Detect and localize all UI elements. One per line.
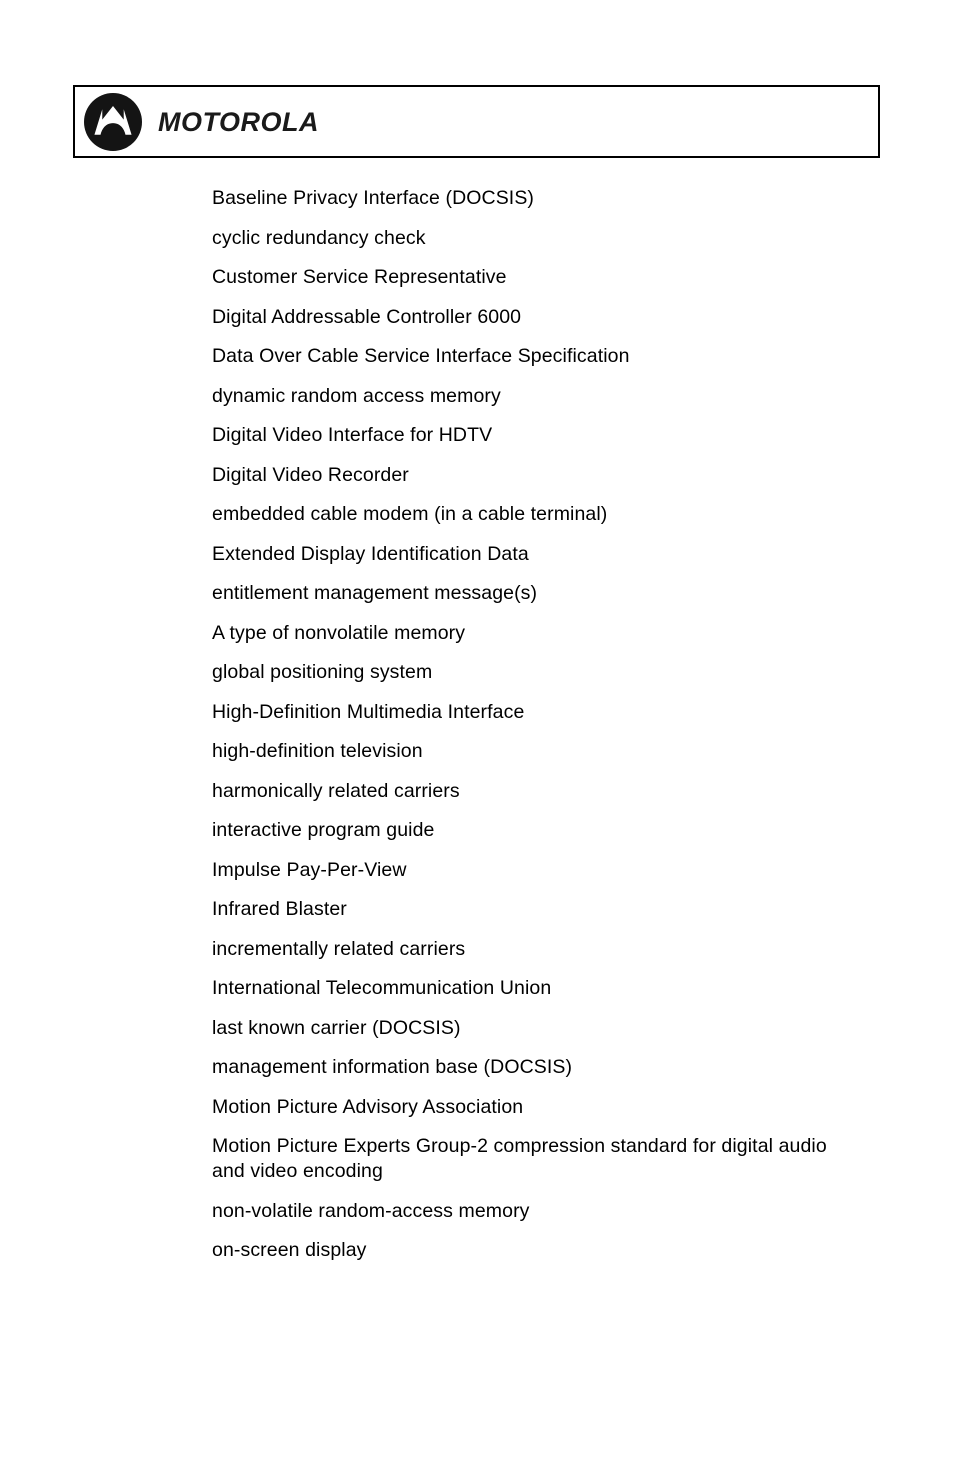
glossary-definition-item: high-definition television bbox=[212, 740, 423, 762]
glossary-definition-item: Impulse Pay-Per-View bbox=[212, 858, 407, 881]
glossary-definition-item: Data Over Cable Service Interface Specif… bbox=[212, 345, 630, 367]
motorola-logo: MOTOROLA bbox=[84, 91, 390, 153]
glossary-definition-item: Motion Picture Advisory Association bbox=[212, 1095, 524, 1118]
header-logo-box: MOTOROLA bbox=[73, 85, 880, 158]
motorola-wordmark: MOTOROLA bbox=[158, 107, 319, 137]
glossary-definition-item: non-volatile random-access memory bbox=[212, 1199, 530, 1222]
glossary-definition-item: A type of nonvolatile memory bbox=[212, 621, 466, 644]
glossary-definition-item: on-screen display bbox=[212, 1239, 367, 1261]
glossary-definition-item: embedded cable modem (in a cable termina… bbox=[212, 503, 608, 525]
glossary-definition-list: Baseline Privacy Interface (DOCSIS) cycl… bbox=[212, 186, 852, 1263]
document-page: MOTOROLA Baseline Privacy Interface (DOC… bbox=[0, 0, 954, 1475]
glossary-definition-item: Baseline Privacy Interface (DOCSIS) bbox=[212, 187, 535, 209]
glossary-definition-item: cyclic redundancy check bbox=[212, 226, 426, 249]
glossary-definition-item: International Telecommunication Union bbox=[212, 977, 552, 999]
glossary-definition-item: Digital Addressable Controller 6000 bbox=[212, 305, 522, 328]
glossary-definition-item: global positioning system bbox=[212, 661, 433, 683]
glossary-definition-item: management information base (DOCSIS) bbox=[212, 1056, 573, 1078]
glossary-definition-item: Digital Video Recorder bbox=[212, 463, 409, 486]
glossary-definition-item: entitlement management message(s) bbox=[212, 582, 538, 604]
glossary-definition-item: harmonically related carriers bbox=[212, 779, 460, 802]
glossary-definition-item: incrementally related carriers bbox=[212, 937, 466, 960]
glossary-definition-item: Infrared Blaster bbox=[212, 898, 347, 920]
glossary-definition-item: Extended Display Identification Data bbox=[212, 542, 529, 565]
glossary-definition-item: High-Definition Multimedia Interface bbox=[212, 700, 525, 723]
motorola-batwing-logo-icon bbox=[84, 93, 142, 151]
glossary-definition-item: interactive program guide bbox=[212, 819, 435, 841]
glossary-definition-item: Customer Service Representative bbox=[212, 266, 507, 288]
glossary-definition-item: last known carrier (DOCSIS) bbox=[212, 1016, 461, 1039]
glossary-definition-item: Motion Picture Experts Group-2 compressi… bbox=[212, 1135, 833, 1182]
glossary-definition-item: dynamic random access memory bbox=[212, 384, 501, 407]
motorola-wordmark-text: MOTOROLA bbox=[158, 107, 319, 137]
glossary-definition-item: Digital Video Interface for HDTV bbox=[212, 424, 493, 446]
